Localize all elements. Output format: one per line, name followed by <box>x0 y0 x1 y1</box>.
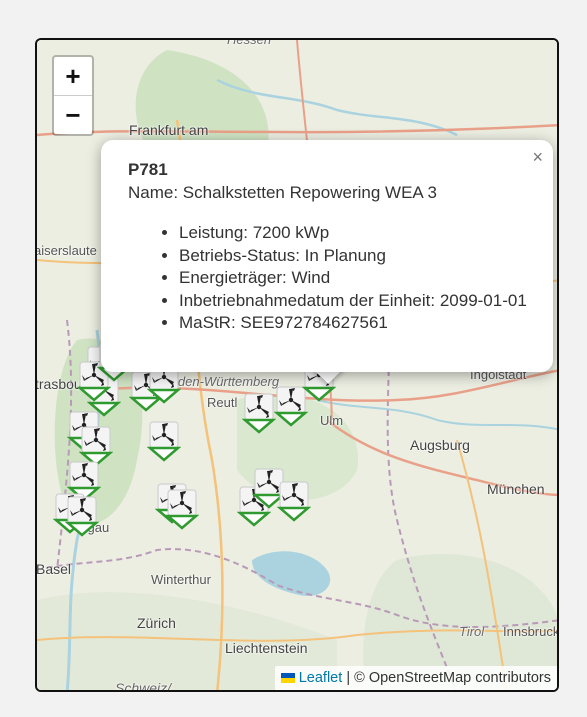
zoom-in-button[interactable]: + <box>54 57 92 96</box>
popup-id: P781 <box>128 160 168 179</box>
map-container[interactable]: Hessen Frankfurt am aiserslaute trasbou Bade… <box>35 38 559 692</box>
leaflet-link[interactable]: Leaflet <box>299 670 343 686</box>
popup-close-button[interactable]: × <box>532 146 543 169</box>
popup-detail-status: Betriebs-Status: In Planung <box>179 245 529 268</box>
popup-detail-energietraeger: Energieträger: Wind <box>179 267 529 290</box>
zoom-out-button[interactable]: − <box>54 96 92 134</box>
ukraine-flag-icon <box>280 673 295 683</box>
wind-turbine-icon[interactable] <box>241 392 277 434</box>
place-label-ulm: Ulm <box>320 413 344 428</box>
popup-name: Name: Schalkstetten Repowering WEA 3 <box>128 182 437 202</box>
place-label-reutlingen: Reutl <box>207 395 238 410</box>
wind-turbine-icon[interactable] <box>64 495 100 537</box>
place-label-innsbruck: Innsbruck <box>503 624 559 639</box>
map-attribution: Leaflet | © OpenStreetMap contributors <box>274 666 557 690</box>
place-label-augsburg: Augsburg <box>410 437 470 453</box>
place-label-frankfurt: Frankfurt am <box>129 122 209 138</box>
popup-detail-leistung: Leistung: 7200 kWp <box>179 222 529 245</box>
place-label-muenchen: München <box>487 481 545 497</box>
attribution-separator: | <box>346 670 351 686</box>
marker-popup: × P781 Name: Schalkstetten Repowering WE… <box>101 140 553 372</box>
place-label-schweiz: Schweiz/ <box>115 680 172 692</box>
place-label-winterthur: Winterthur <box>151 572 211 587</box>
wind-turbine-icon[interactable] <box>164 488 200 530</box>
osm-attribution: © OpenStreetMap contributors <box>354 670 551 686</box>
place-label-hessen: Hessen <box>227 38 272 47</box>
place-label-basel: Basel <box>36 561 72 577</box>
popup-detail-inbetriebnahme: Inbetriebnahmedatum der Einheit: 2099-01… <box>179 290 529 313</box>
zoom-control: + − <box>52 55 94 136</box>
place-label-liechtenstein: Liechtenstein <box>225 640 308 656</box>
wind-turbine-icon[interactable] <box>146 420 182 462</box>
place-label-tirol: Tirol <box>459 624 485 639</box>
place-label-zuerich: Zürich <box>137 615 176 631</box>
place-label-kaiserslautern: aiserslaute <box>35 243 97 258</box>
wind-turbine-icon[interactable] <box>276 480 312 522</box>
place-label-strasbourg: trasbou <box>35 376 82 392</box>
popup-details-list: Leistung: 7200 kWp Betriebs-Status: In P… <box>128 222 529 335</box>
popup-detail-mastr: MaStR: SEE972784627561 <box>179 312 529 335</box>
